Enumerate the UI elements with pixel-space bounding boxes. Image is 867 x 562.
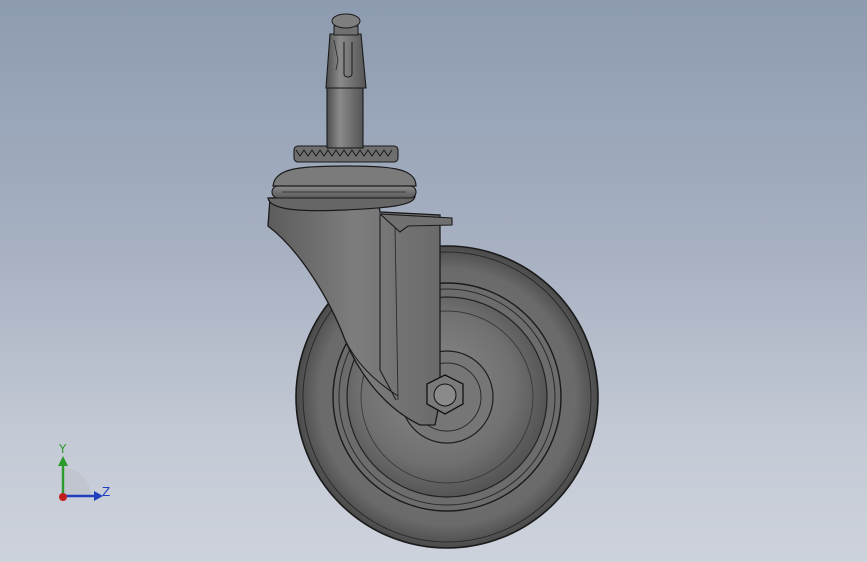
stem[interactable] [325,13,367,149]
caster-model[interactable] [0,0,867,562]
stem-tip [331,13,361,29]
stem-shaft [326,87,364,149]
swivel-race[interactable] [267,165,417,212]
race-top [272,165,417,187]
graphics-viewport[interactable]: Y Z [0,0,867,562]
orientation-triad [58,456,103,501]
stem-grip [325,33,367,89]
z-axis-label: Z [102,485,111,499]
y-axis-label: Y [59,442,67,456]
axle-bolt [433,383,457,407]
y-axis-arrow [58,456,68,466]
triad-quarter-disk [63,468,91,496]
x-axis-dot [59,493,67,501]
